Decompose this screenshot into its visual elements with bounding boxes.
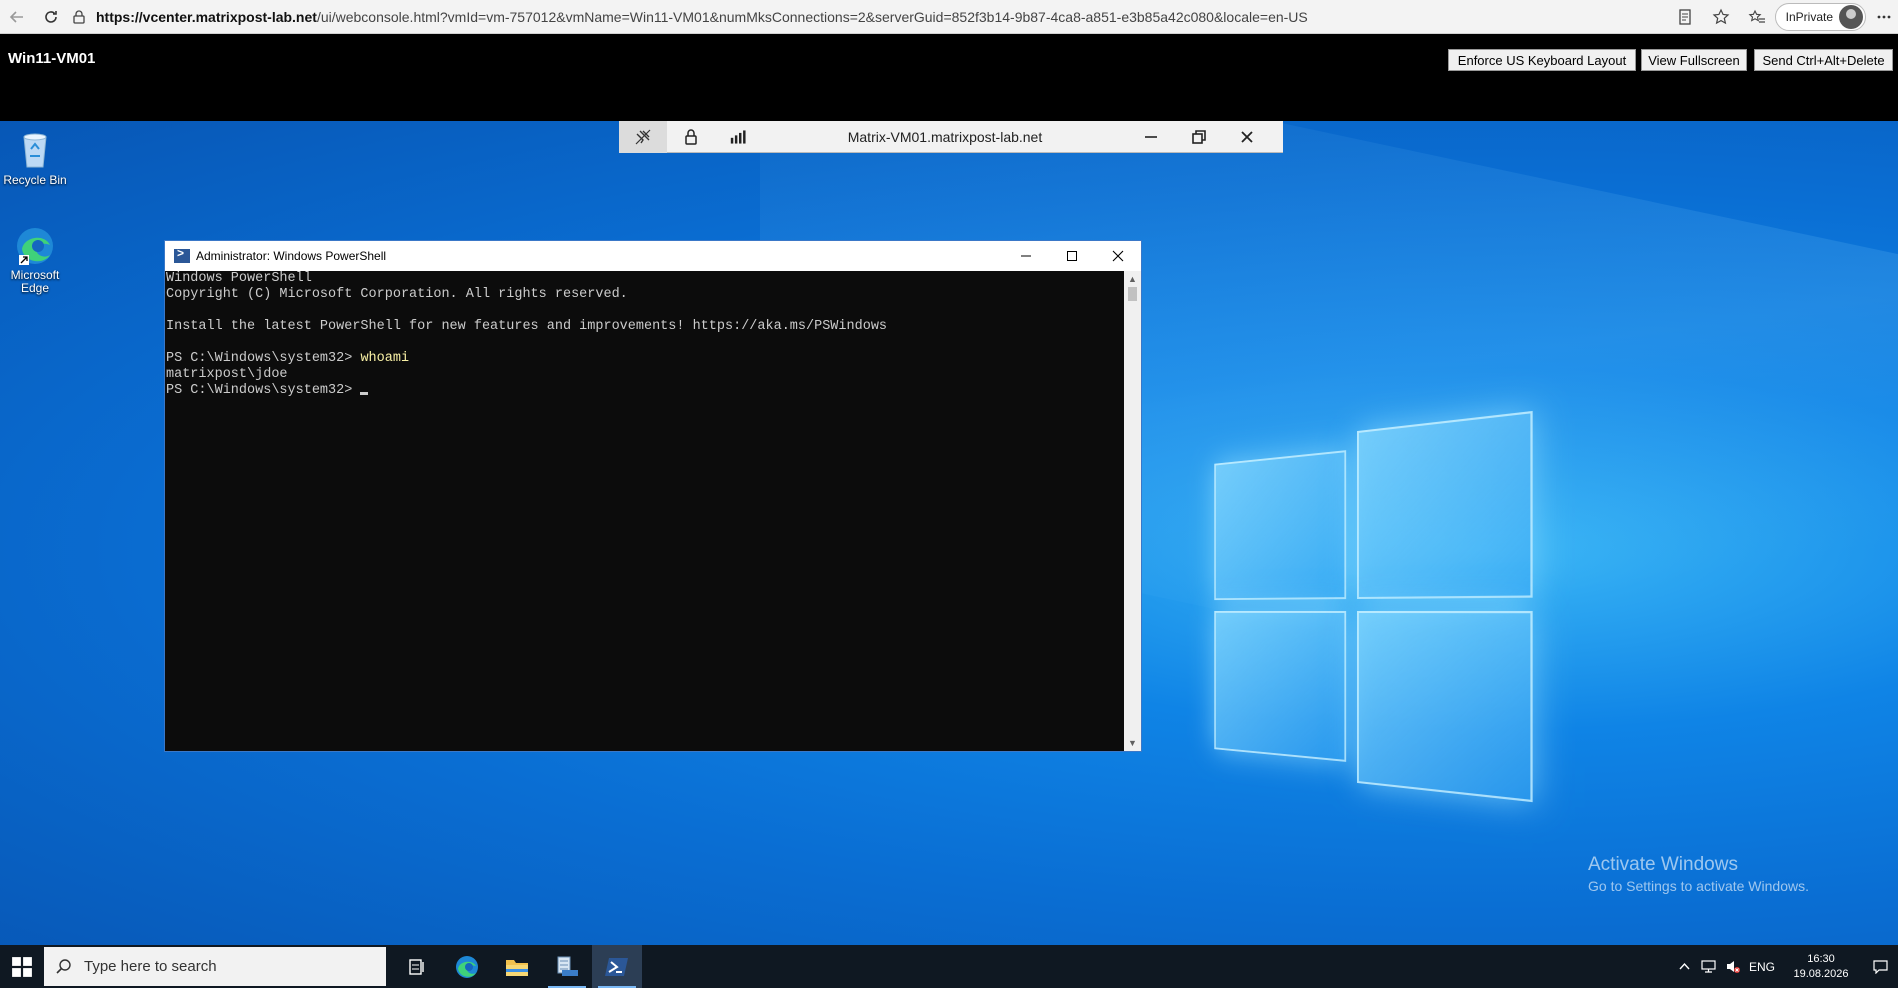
back-arrow-icon[interactable] [0, 0, 34, 34]
inprivate-profile-button[interactable]: InPrivate [1775, 3, 1866, 31]
recycle-bin-icon [14, 129, 56, 171]
activate-windows-hint: Go to Settings to activate Windows. [1588, 878, 1809, 894]
lock-icon[interactable] [667, 121, 715, 153]
lock-icon [72, 10, 90, 24]
console-header: Win11-VM01 Enforce US Keyboard Layout Vi… [0, 35, 1898, 121]
search-placeholder: Type here to search [84, 958, 217, 975]
enforce-us-keyboard-button[interactable]: Enforce US Keyboard Layout [1448, 49, 1636, 71]
volume-muted-icon[interactable] [1720, 945, 1744, 988]
unpin-icon[interactable] [619, 121, 667, 153]
browser-toolbar: https://vcenter.matrixpost-lab.net/ui/we… [0, 0, 1898, 34]
view-fullscreen-button[interactable]: View Fullscreen [1641, 49, 1747, 71]
folder-icon [504, 956, 530, 978]
recycle-bin-shortcut[interactable]: Recycle Bin [0, 129, 70, 187]
console-line [166, 335, 1123, 351]
more-menu-icon[interactable] [1870, 0, 1898, 34]
powershell-icon [605, 956, 629, 978]
console-active-prompt[interactable]: PS C:\Windows\system32> [166, 383, 1123, 399]
clock[interactable]: 16:30 19.08.2026 [1784, 952, 1858, 982]
edge-icon [14, 225, 56, 267]
reader-view-icon[interactable] [1667, 0, 1703, 34]
task-view-button[interactable] [392, 945, 442, 988]
windows-logo-wallpaper [1214, 411, 1532, 811]
task-view-icon [407, 958, 427, 976]
inprivate-label: InPrivate [1786, 10, 1833, 24]
network-icon[interactable] [1696, 945, 1720, 988]
scroll-down-arrow-icon[interactable]: ▼ [1124, 736, 1141, 750]
chevron-up-icon[interactable] [1672, 945, 1696, 988]
search-icon [44, 958, 84, 976]
taskbar-server-manager[interactable] [542, 945, 592, 988]
remote-console-toolbar: Matrix-VM01.matrixpost-lab.net [619, 121, 1283, 153]
powershell-titlebar[interactable]: Administrator: Windows PowerShell [165, 241, 1141, 271]
system-tray: ENG 16:30 19.08.2026 [1672, 945, 1898, 988]
taskbar-file-explorer[interactable] [492, 945, 542, 988]
refresh-icon[interactable] [34, 0, 68, 34]
microsoft-edge-label: Microsoft Edge [5, 269, 65, 295]
scroll-up-arrow-icon[interactable]: ▲ [1124, 272, 1141, 286]
notification-icon[interactable] [1862, 945, 1898, 988]
microsoft-edge-shortcut[interactable]: Microsoft Edge [0, 225, 70, 295]
taskbar-search-box[interactable]: Type here to search [44, 947, 386, 986]
remote-desktop[interactable]: Recycle Bin Microsoft Edge Matrix-VM01.m… [0, 121, 1898, 945]
favorites-collection-icon[interactable] [1739, 0, 1775, 34]
scroll-thumb[interactable] [1128, 287, 1137, 301]
console-line [166, 303, 1123, 319]
activation-watermark: Activate Windows Go to Settings to activ… [1588, 854, 1809, 894]
taskbar-powershell[interactable] [592, 945, 642, 988]
powershell-title: Administrator: Windows PowerShell [196, 249, 1003, 263]
powershell-app-icon [174, 249, 190, 263]
remote-host-title: Matrix-VM01.matrixpost-lab.net [763, 129, 1127, 145]
address-bar[interactable]: https://vcenter.matrixpost-lab.net/ui/we… [72, 4, 1659, 30]
profile-avatar [1839, 5, 1863, 29]
prompt: PS C:\Windows\system32> [166, 351, 360, 366]
text-cursor [360, 392, 368, 395]
close-button[interactable] [1095, 241, 1141, 271]
console-prompt-line: PS C:\Windows\system32> whoami [166, 351, 1123, 367]
prompt: PS C:\Windows\system32> [166, 383, 360, 398]
vertical-scrollbar[interactable]: ▲ ▼ [1124, 271, 1141, 751]
console-line: Windows PowerShell [166, 271, 1123, 287]
recycle-bin-label: Recycle Bin [3, 173, 66, 187]
maximize-button[interactable] [1049, 241, 1095, 271]
taskbar-edge[interactable] [442, 945, 492, 988]
vm-title: Win11-VM01 [8, 50, 95, 67]
powershell-window[interactable]: Administrator: Windows PowerShell Window… [164, 240, 1142, 752]
command-whoami: whoami [360, 351, 409, 366]
favorite-star-icon[interactable] [1703, 0, 1739, 34]
connection-bars-icon[interactable] [715, 121, 763, 153]
clock-time: 16:30 [1784, 952, 1858, 967]
start-button[interactable] [0, 945, 44, 988]
restore-icon[interactable] [1175, 121, 1223, 153]
console-output-line: matrixpost\jdoe [166, 367, 1123, 383]
taskbar: Type here to search ENG 16:30 19.08.2026 [0, 945, 1898, 988]
activate-windows-heading: Activate Windows [1588, 854, 1809, 876]
url-path: /ui/webconsole.html?vmId=vm-757012&vmNam… [317, 9, 1308, 25]
server-manager-icon [554, 954, 580, 980]
language-indicator[interactable]: ENG [1744, 945, 1780, 988]
url-host: https://vcenter.matrixpost-lab.net [96, 9, 317, 25]
powershell-console[interactable]: Windows PowerShell Copyright (C) Microso… [165, 271, 1124, 751]
console-line: Copyright (C) Microsoft Corporation. All… [166, 287, 1123, 303]
send-ctrl-alt-delete-button[interactable]: Send Ctrl+Alt+Delete [1754, 49, 1893, 71]
clock-date: 19.08.2026 [1784, 967, 1858, 982]
minimize-icon[interactable] [1127, 121, 1175, 153]
minimize-button[interactable] [1003, 241, 1049, 271]
edge-icon [454, 954, 480, 980]
windows-start-icon [11, 956, 33, 978]
console-line: Install the latest PowerShell for new fe… [166, 319, 1123, 335]
close-icon[interactable] [1223, 121, 1271, 153]
